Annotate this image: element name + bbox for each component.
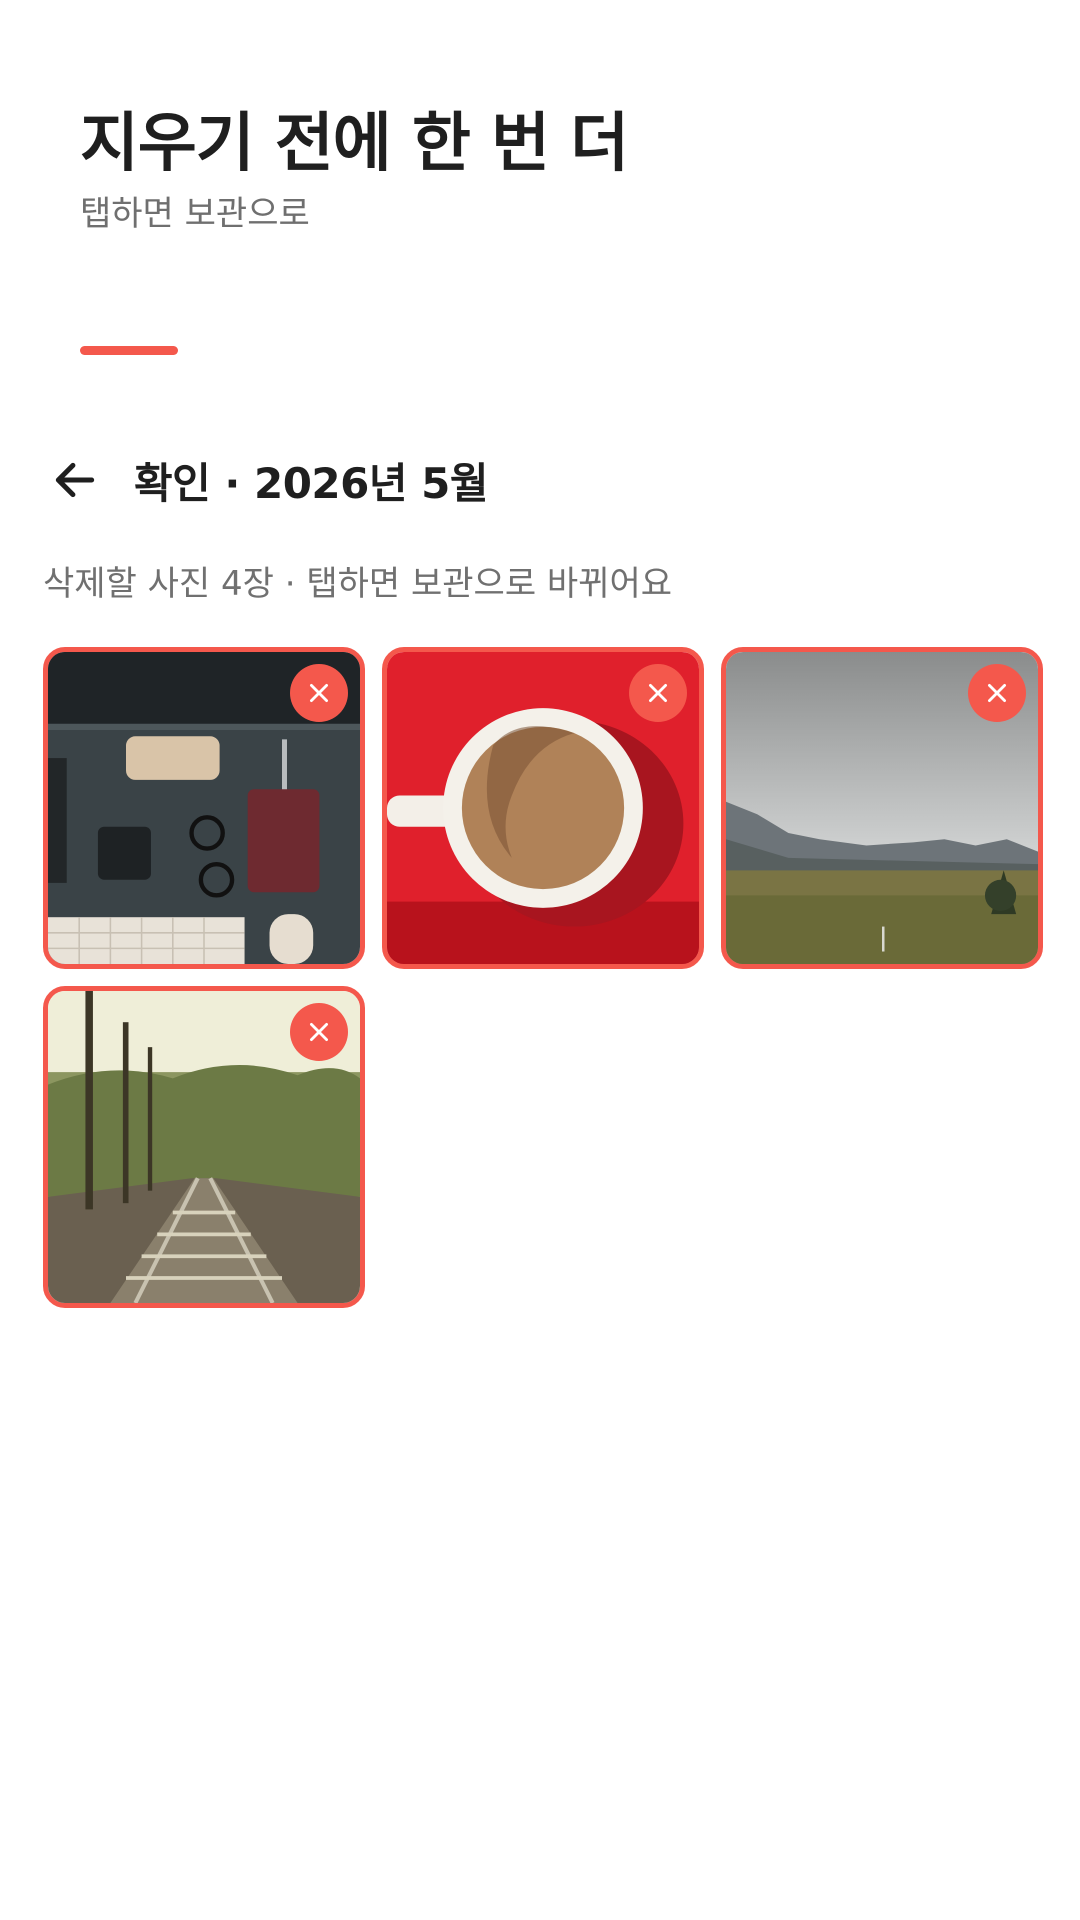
remove-button[interactable] bbox=[629, 664, 687, 722]
remove-button[interactable] bbox=[290, 664, 348, 722]
page-title: 지우기 전에 한 번 더 bbox=[80, 107, 629, 181]
close-icon bbox=[649, 684, 667, 702]
photo-tile-landscape[interactable] bbox=[721, 647, 1043, 969]
close-icon bbox=[310, 684, 328, 702]
photo-tile-coffee[interactable] bbox=[382, 647, 704, 969]
close-icon bbox=[310, 1023, 328, 1041]
selection-info: 삭제할 사진 4장 · 탭하면 보관으로 바뀌어요 bbox=[43, 564, 673, 604]
page-subtitle: 탭하면 보관으로 bbox=[80, 194, 310, 234]
photo-tile-desk[interactable] bbox=[43, 647, 365, 969]
remove-button[interactable] bbox=[968, 664, 1026, 722]
nav-bar: 확인 · 2026년 5월 bbox=[40, 440, 489, 520]
nav-title: 확인 · 2026년 5월 bbox=[134, 458, 489, 508]
back-button[interactable] bbox=[40, 445, 110, 515]
arrow-left-icon bbox=[55, 462, 95, 498]
accent-divider bbox=[80, 346, 178, 355]
photo-tile-railway[interactable] bbox=[43, 986, 365, 1308]
close-icon bbox=[988, 684, 1006, 702]
remove-button[interactable] bbox=[290, 1003, 348, 1061]
